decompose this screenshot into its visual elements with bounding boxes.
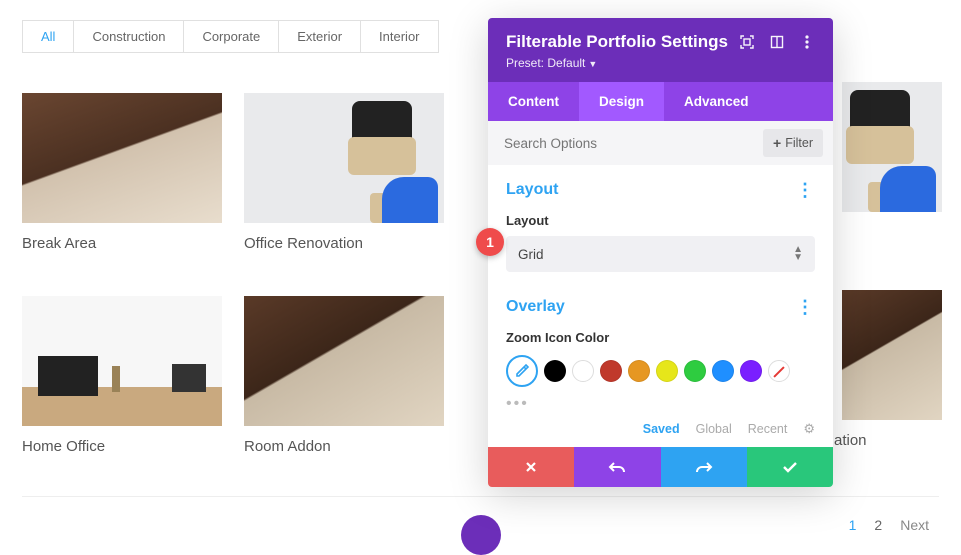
page-1[interactable]: 1 <box>849 517 857 533</box>
undo-button[interactable] <box>574 447 660 487</box>
thumbnail-partial <box>842 290 942 420</box>
filter-tab-interior[interactable]: Interior <box>361 21 437 52</box>
portfolio-card[interactable]: Home Office <box>22 296 222 455</box>
divider <box>22 496 939 497</box>
preset-dropdown[interactable]: Preset: Default▼ <box>506 56 815 70</box>
search-bar: + Filter <box>488 121 833 165</box>
section-layout-toggle[interactable]: Layout ⋮ <box>506 181 815 199</box>
layout-select-value: Grid <box>518 247 544 262</box>
tab-advanced[interactable]: Advanced <box>664 82 769 121</box>
swatch-purple[interactable] <box>740 360 762 382</box>
swatch-blue[interactable] <box>712 360 734 382</box>
swatch-yellow[interactable] <box>656 360 678 382</box>
save-button[interactable] <box>747 447 833 487</box>
preset-label: Preset: Default <box>506 56 585 70</box>
thumbnail-partial <box>842 82 942 212</box>
kebab-icon[interactable]: ⋮ <box>796 303 815 312</box>
snap-icon[interactable] <box>769 34 785 50</box>
portfolio-card[interactable]: Break Area <box>22 93 222 252</box>
panel-header[interactable]: Filterable Portfolio Settings Preset: De… <box>488 18 833 82</box>
plus-icon: + <box>773 135 781 151</box>
section-title-layout: Layout <box>506 181 558 199</box>
kebab-icon[interactable] <box>799 34 815 50</box>
thumbnail-office-renovation <box>244 93 444 223</box>
preset-tab-recent[interactable]: Recent <box>748 422 788 436</box>
filter-tab-construction[interactable]: Construction <box>74 21 184 52</box>
portfolio-card[interactable]: Room Addon <box>244 296 444 455</box>
filter-tab-all[interactable]: All <box>23 21 74 52</box>
expand-icon[interactable] <box>739 34 755 50</box>
field-label-layout: Layout <box>506 213 815 228</box>
redo-button[interactable] <box>661 447 747 487</box>
updown-icon: ▲▼ <box>793 246 803 262</box>
close-button[interactable] <box>488 447 574 487</box>
caption: Office Renovation <box>244 235 444 252</box>
pagination: 1 2 Next <box>849 517 929 533</box>
tab-design[interactable]: Design <box>579 82 664 121</box>
swatch-none[interactable] <box>768 360 790 382</box>
portfolio-card[interactable] <box>842 82 952 212</box>
panel-tabs: Content Design Advanced <box>488 82 833 121</box>
swatch-black[interactable] <box>544 360 566 382</box>
filter-button[interactable]: + Filter <box>763 129 823 157</box>
settings-panel: Filterable Portfolio Settings Preset: De… <box>488 18 833 487</box>
filter-tabs: All Construction Corporate Exterior Inte… <box>22 20 439 53</box>
caption: Room Addon <box>244 438 444 455</box>
thumbnail-break-area <box>22 93 222 223</box>
thumbnail-room-addon <box>244 296 444 426</box>
filter-tab-corporate[interactable]: Corporate <box>184 21 279 52</box>
page-next[interactable]: Next <box>900 517 929 533</box>
layout-select[interactable]: Grid ▲▼ <box>506 236 815 272</box>
panel-title: Filterable Portfolio Settings <box>506 32 728 52</box>
filter-tab-exterior[interactable]: Exterior <box>279 21 361 52</box>
more-dots-icon[interactable]: ••• <box>506 395 815 413</box>
kebab-icon[interactable]: ⋮ <box>796 186 815 195</box>
thumbnail-home-office <box>22 296 222 426</box>
panel-footer <box>488 447 833 487</box>
section-overlay-toggle[interactable]: Overlay ⋮ <box>506 298 815 316</box>
chevron-down-icon: ▼ <box>588 59 597 69</box>
caption: Break Area <box>22 235 222 252</box>
color-preset-tabs: Saved Global Recent ⚙ <box>506 421 815 437</box>
annotation-badge-1: 1 <box>476 228 504 256</box>
portfolio-card[interactable]: ation <box>842 290 952 449</box>
section-title-overlay: Overlay <box>506 298 565 316</box>
search-input[interactable] <box>504 136 763 151</box>
tab-content[interactable]: Content <box>488 82 579 121</box>
swatch-red[interactable] <box>600 360 622 382</box>
color-swatches <box>506 355 815 387</box>
filter-button-label: Filter <box>785 136 813 150</box>
caption-partial: ation <box>834 432 952 449</box>
eyedropper-button[interactable] <box>506 355 538 387</box>
gear-icon[interactable]: ⚙ <box>803 421 815 437</box>
preset-tab-global[interactable]: Global <box>696 422 732 436</box>
add-module-fab[interactable] <box>461 515 501 555</box>
swatch-orange[interactable] <box>628 360 650 382</box>
caption: Home Office <box>22 438 222 455</box>
portfolio-card[interactable]: Office Renovation <box>244 93 444 252</box>
field-label-zoom-icon-color: Zoom Icon Color <box>506 330 815 345</box>
swatch-green[interactable] <box>684 360 706 382</box>
preset-tab-saved[interactable]: Saved <box>643 422 680 436</box>
swatch-white[interactable] <box>572 360 594 382</box>
page-2[interactable]: 2 <box>874 517 882 533</box>
